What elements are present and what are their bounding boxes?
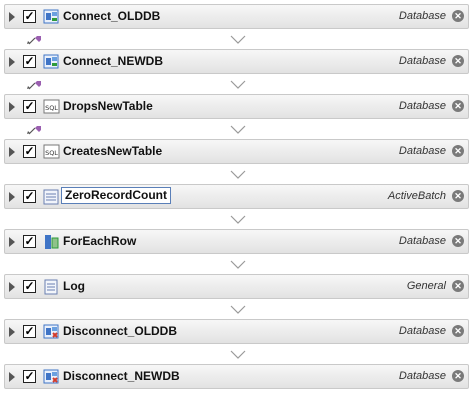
workflow-step[interactable]: ✓ Connect_NEWDB Database ✕ <box>4 49 469 74</box>
step-enabled-checkbox[interactable]: ✓ <box>23 235 36 248</box>
step-category: Database <box>398 325 446 337</box>
sql-icon: SQL <box>43 99 60 115</box>
step-enabled-checkbox[interactable]: ✓ <box>23 325 36 338</box>
step-enabled-checkbox[interactable]: ✓ <box>23 190 36 203</box>
remove-step-icon[interactable]: ✕ <box>452 235 464 247</box>
expand-arrow-icon[interactable] <box>9 57 15 67</box>
workflow-step[interactable]: ✓ Log General ✕ <box>4 274 469 299</box>
remove-step-icon[interactable]: ✕ <box>452 370 464 382</box>
step-link-icon[interactable] <box>26 31 46 47</box>
step-link-icon[interactable] <box>26 121 46 137</box>
workflow-step[interactable]: ✓ Connect_OLDDB Database ✕ <box>4 4 469 29</box>
remove-step-icon[interactable]: ✕ <box>452 190 464 202</box>
for-each-icon <box>43 234 60 250</box>
expand-arrow-icon[interactable] <box>9 102 15 112</box>
step-name: Disconnect_NEWDB <box>63 369 180 383</box>
connector-chevron-icon[interactable] <box>230 347 246 359</box>
expand-arrow-icon[interactable] <box>9 327 15 337</box>
svg-text:SQL: SQL <box>45 149 58 157</box>
step-name: Connect_NEWDB <box>63 54 164 68</box>
step-link-icon[interactable] <box>26 76 46 92</box>
expand-arrow-icon[interactable] <box>9 147 15 157</box>
remove-step-icon[interactable]: ✕ <box>452 280 464 292</box>
step-name: Log <box>63 279 85 293</box>
expand-arrow-icon[interactable] <box>9 12 15 22</box>
expand-arrow-icon[interactable] <box>9 237 15 247</box>
remove-step-icon[interactable]: ✕ <box>452 55 464 67</box>
workflow-step[interactable]: ✓ Disconnect_OLDDB Database ✕ <box>4 319 469 344</box>
step-category: Database <box>398 10 446 22</box>
expand-arrow-icon[interactable] <box>9 372 15 382</box>
step-name: Connect_OLDDB <box>63 9 161 23</box>
database-disconnect-icon <box>43 324 60 340</box>
remove-step-icon[interactable]: ✕ <box>452 10 464 22</box>
sql-icon: SQL <box>43 144 60 160</box>
expand-arrow-icon[interactable] <box>9 282 15 292</box>
remove-step-icon[interactable]: ✕ <box>452 145 464 157</box>
step-category: ActiveBatch <box>387 190 446 202</box>
expand-arrow-icon[interactable] <box>9 192 15 202</box>
database-connect-icon <box>43 54 60 70</box>
variable-icon <box>43 189 60 205</box>
connector-chevron-icon[interactable] <box>230 77 246 89</box>
step-enabled-checkbox[interactable]: ✓ <box>23 55 36 68</box>
connector-chevron-icon[interactable] <box>230 32 246 44</box>
workflow-step[interactable]: ✓ Disconnect_NEWDB Database ✕ <box>4 364 469 389</box>
step-category: Database <box>398 100 446 112</box>
svg-text:SQL: SQL <box>45 104 58 112</box>
step-category: General <box>406 280 446 292</box>
step-category: Database <box>398 55 446 67</box>
connector-chevron-icon[interactable] <box>230 122 246 134</box>
connector-chevron-icon[interactable] <box>230 257 246 269</box>
connector-chevron-icon[interactable] <box>230 167 246 179</box>
remove-step-icon[interactable]: ✕ <box>452 100 464 112</box>
workflow-step[interactable]: ✓ ZeroRecordCount ActiveBatch ✕ <box>4 184 469 209</box>
connector-chevron-icon[interactable] <box>230 212 246 224</box>
workflow-step[interactable]: ✓ ForEachRow Database ✕ <box>4 229 469 254</box>
step-name: DropsNewTable <box>63 99 153 113</box>
workflow-step[interactable]: ✓ SQL CreatesNewTable Database ✕ <box>4 139 469 164</box>
remove-step-icon[interactable]: ✕ <box>452 325 464 337</box>
step-enabled-checkbox[interactable]: ✓ <box>23 370 36 383</box>
step-category: Database <box>398 145 446 157</box>
step-category: Database <box>398 235 446 247</box>
connector-chevron-icon[interactable] <box>230 302 246 314</box>
step-name: Disconnect_OLDDB <box>63 324 178 338</box>
log-icon <box>43 279 60 295</box>
step-name: CreatesNewTable <box>63 144 163 158</box>
step-enabled-checkbox[interactable]: ✓ <box>23 100 36 113</box>
step-category: Database <box>398 370 446 382</box>
step-name: ForEachRow <box>63 234 137 248</box>
step-enabled-checkbox[interactable]: ✓ <box>23 145 36 158</box>
step-name-input[interactable]: ZeroRecordCount <box>61 187 171 204</box>
database-connect-icon <box>43 9 60 25</box>
step-enabled-checkbox[interactable]: ✓ <box>23 280 36 293</box>
step-enabled-checkbox[interactable]: ✓ <box>23 10 36 23</box>
workflow-step[interactable]: ✓ SQL DropsNewTable Database ✕ <box>4 94 469 119</box>
database-disconnect-icon <box>43 369 60 385</box>
